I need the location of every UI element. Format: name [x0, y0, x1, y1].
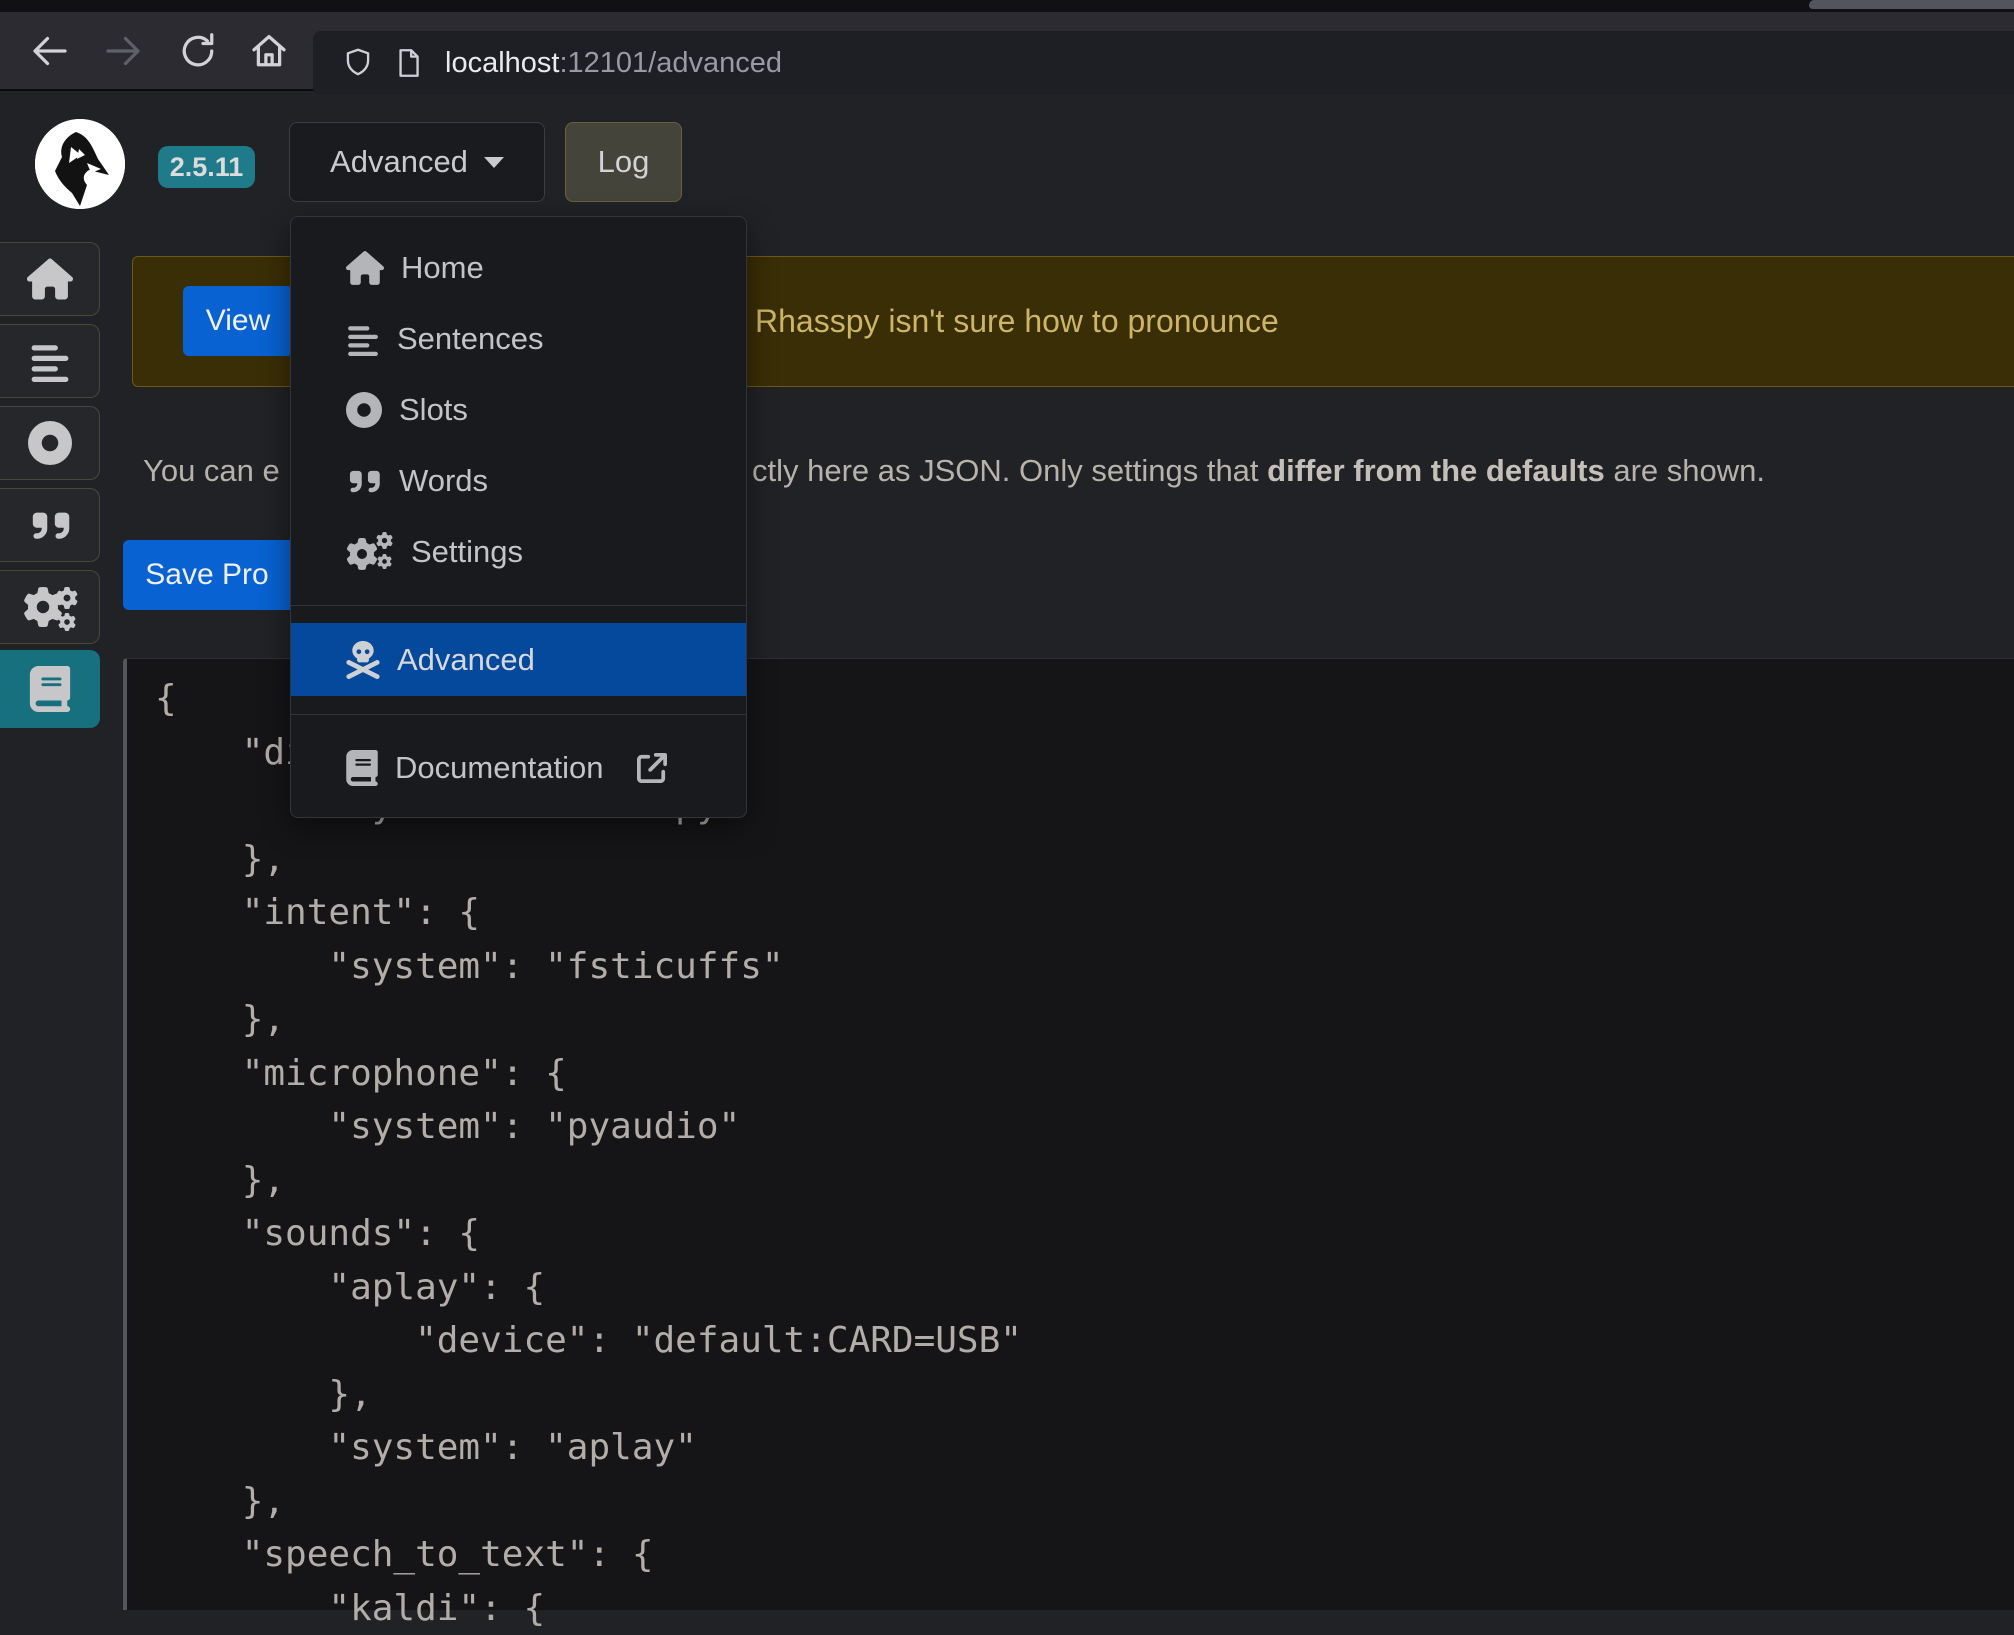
menu-item-label: Sentences: [397, 321, 544, 357]
skull-crossbones-icon: [346, 641, 380, 679]
book-icon: [346, 750, 378, 786]
menu-divider: [291, 605, 746, 606]
url-path: :12101/advanced: [559, 47, 782, 79]
menu-item-documentation[interactable]: Documentation: [291, 732, 746, 803]
home-icon: [346, 251, 384, 285]
log-button[interactable]: Log: [565, 122, 682, 202]
menu-item-words[interactable]: Words: [291, 445, 746, 516]
sidebar-item-home[interactable]: [0, 242, 100, 316]
dot-circle-icon: [28, 421, 72, 465]
save-profile-label: Save Pro: [145, 558, 268, 592]
reload-button[interactable]: [178, 31, 218, 71]
rhasspy-logo-icon: [35, 119, 125, 209]
alert-message: Rhasspy isn't sure how to pronounce: [755, 303, 1279, 340]
intro-text-left: You can e: [143, 453, 280, 489]
forward-arrow-icon: [103, 31, 143, 71]
url-host: localhost: [445, 47, 559, 79]
menu-item-settings[interactable]: Settings: [291, 516, 746, 587]
forward-button[interactable]: [103, 31, 143, 71]
menu-item-label: Home: [401, 250, 484, 286]
url-bar[interactable]: localhost:12101/advanced: [313, 31, 2014, 95]
browser-tab[interactable]: [1809, 0, 2014, 9]
log-button-label: Log: [598, 144, 650, 180]
menu-item-label: Words: [399, 463, 488, 499]
quote-right-icon: [28, 503, 72, 547]
quote-right-icon: [346, 463, 382, 499]
menu-item-sentences[interactable]: Sentences: [291, 303, 746, 374]
back-button[interactable]: [30, 31, 70, 71]
rhasspy-logo: [35, 119, 125, 209]
toolbar-home-button[interactable]: [249, 31, 289, 71]
view-button-label: View: [206, 304, 270, 338]
menu-item-slots[interactable]: Slots: [291, 374, 746, 445]
home-icon: [249, 31, 289, 71]
sidebar-item-advanced[interactable]: [0, 650, 100, 728]
small-gear-icon: [58, 613, 76, 631]
chevron-down-icon: [484, 157, 504, 168]
sidebar-item-words[interactable]: [0, 488, 100, 562]
sidebar-item-sentences[interactable]: [0, 324, 100, 398]
intro-text-bold: differ from the defaults: [1267, 453, 1605, 488]
menu-item-advanced[interactable]: Advanced: [291, 623, 746, 696]
gears-icon: [346, 532, 394, 572]
home-icon: [27, 258, 73, 300]
menu-item-label: Advanced: [397, 642, 535, 678]
align-left-icon: [29, 340, 71, 382]
reload-icon: [178, 31, 218, 71]
menu-item-label: Slots: [399, 392, 468, 428]
intro-text-pre: ctly here as JSON. Only settings that: [752, 453, 1267, 488]
save-profile-button[interactable]: Save Pro: [123, 540, 291, 610]
small-gear-icon: [56, 587, 78, 609]
sidebar-item-settings[interactable]: [0, 570, 100, 644]
dot-circle-icon: [346, 392, 382, 428]
browser-toolbar: localhost:12101/advanced: [0, 12, 2014, 91]
intro-text-post: are shown.: [1605, 453, 1765, 488]
menu-item-home[interactable]: Home: [291, 232, 746, 303]
url-text: localhost:12101/advanced: [445, 47, 782, 80]
shield-icon[interactable]: [341, 46, 375, 80]
book-icon: [28, 666, 72, 712]
intro-text-right: ctly here as JSON. Only settings that di…: [752, 453, 1765, 489]
align-left-icon: [346, 322, 380, 356]
menu-divider: [291, 714, 746, 715]
nav-dropdown-label: Advanced: [330, 144, 468, 180]
sidebar-item-slots[interactable]: [0, 406, 100, 480]
menu-item-label: Documentation: [395, 750, 604, 786]
page-info-icon[interactable]: [391, 46, 425, 80]
version-badge: 2.5.11: [158, 146, 255, 188]
browser-tab-strip: [0, 0, 2014, 12]
menu-item-label: Settings: [411, 534, 523, 570]
nav-dropdown-button[interactable]: Advanced: [289, 122, 545, 202]
back-arrow-icon: [30, 31, 70, 71]
nav-dropdown-menu: Home Sentences Slots Words Settings Adva…: [290, 216, 747, 818]
external-link-icon: [637, 753, 667, 783]
view-button[interactable]: View: [183, 286, 293, 356]
